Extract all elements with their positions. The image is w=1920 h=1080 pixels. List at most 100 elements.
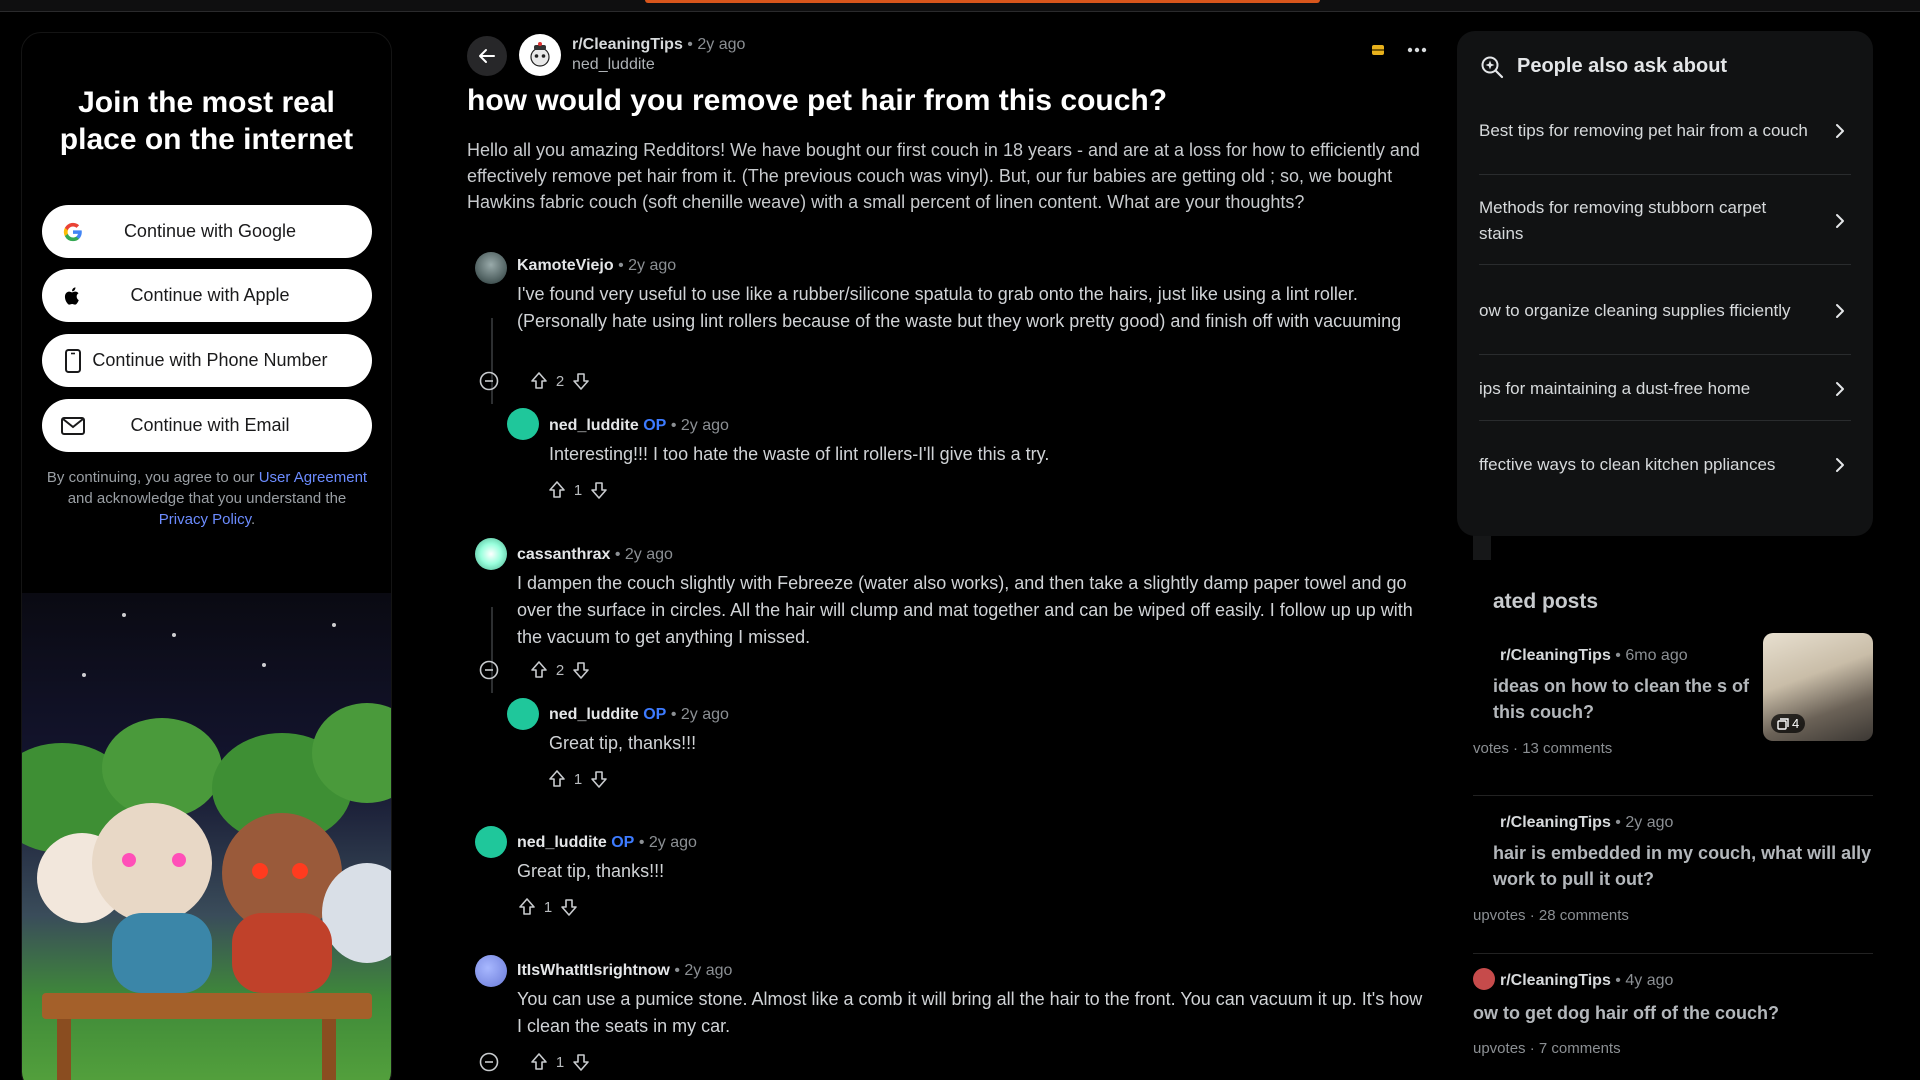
comment-time: 2y ago [628, 257, 677, 274]
related-time: 4y ago [1625, 972, 1674, 989]
vote-count: 2 [555, 372, 565, 390]
related-thumbnail[interactable]: 4 [1763, 633, 1873, 741]
related-subreddit[interactable]: r/CleaningTips [1500, 647, 1611, 664]
paa-title: People also ask about [1517, 54, 1728, 77]
related-stats: votes · 13 comments [1473, 740, 1613, 757]
comment-username[interactable]: ned_luddite [517, 834, 607, 851]
upvote-icon[interactable] [547, 769, 567, 789]
related-post-title[interactable]: ow to get dog hair off of the couch? [1473, 1000, 1863, 1026]
comment-actions: 2 [479, 371, 591, 391]
paa-item-text: Best tips for removing pet hair from a c… [1479, 120, 1808, 140]
related-post-title[interactable]: ideas on how to clean the s of this couc… [1493, 673, 1763, 725]
gallery-count-badge: 4 [1771, 714, 1806, 733]
paa-header: People also ask about [1479, 53, 1727, 79]
upvote-icon[interactable] [529, 371, 549, 391]
related-post-title[interactable]: hair is embedded in my couch, what will … [1493, 840, 1883, 892]
comment-username[interactable]: ItIsWhatItIsrightnow [517, 962, 670, 979]
continue-phone-label: Continue with Phone Number [92, 350, 328, 370]
chevron-right-icon [1836, 123, 1844, 138]
post-title[interactable]: how would you remove pet hair from this … [467, 81, 1427, 121]
comment-username[interactable]: cassanthrax [517, 546, 610, 563]
comment-time: 2y ago [684, 962, 733, 979]
comment-username[interactable]: ned_luddite [549, 417, 639, 434]
comment-username[interactable]: ned_luddite [549, 706, 639, 723]
paa-item-text: Methods for removing stubborn carpet sta… [1479, 197, 1767, 243]
comment-text: I dampen the couch slightly with Febreez… [517, 573, 1413, 647]
upvote-icon[interactable] [529, 660, 549, 680]
avatar[interactable] [507, 408, 539, 440]
snoo-illustration [22, 593, 391, 1080]
privacy-policy-link[interactable]: Privacy Policy [159, 511, 251, 528]
award-icon[interactable] [1371, 43, 1385, 57]
related-sub: r/CleaningTips • 6mo ago [1500, 647, 1688, 664]
comment-actions: 1 [547, 769, 609, 789]
people-also-ask-panel: People also ask about Best tips for remo… [1457, 31, 1873, 536]
downvote-icon[interactable] [589, 480, 609, 500]
related-votes: upvotes [1473, 1040, 1526, 1057]
subreddit-avatar[interactable] [519, 34, 561, 76]
avatar[interactable] [475, 826, 507, 858]
avatar[interactable] [475, 538, 507, 570]
collapse-icon[interactable] [479, 371, 499, 391]
thread-line [491, 318, 493, 404]
back-button[interactable] [467, 36, 507, 76]
chevron-right-icon [1836, 381, 1844, 396]
subreddit-link[interactable]: r/CleaningTips [572, 36, 683, 53]
comment-text: Interesting!!! I too hate the waste of l… [549, 444, 1050, 464]
paa-item-text: ffective ways to clean kitchen ppliances [1479, 455, 1776, 474]
paa-item[interactable]: Best tips for removing pet hair from a c… [1479, 87, 1851, 175]
continue-google-button[interactable]: Continue with Google [42, 205, 372, 258]
continue-apple-button[interactable]: Continue with Apple [42, 269, 372, 322]
comment-time: 2y ago [680, 706, 729, 723]
legal-pre: By continuing, you agree to our [46, 469, 255, 486]
continue-phone-button[interactable]: Continue with Phone Number [42, 334, 372, 387]
user-agreement-link[interactable]: User Agreement [259, 469, 367, 486]
continue-email-button[interactable]: Continue with Email [42, 399, 372, 452]
vote-count: 2 [555, 661, 565, 679]
collapse-icon[interactable] [479, 1052, 499, 1072]
comment-actions: 1 [479, 1052, 591, 1072]
related-title: ated posts [1493, 590, 1599, 613]
related-time: 6mo ago [1625, 647, 1688, 664]
downvote-icon[interactable] [559, 897, 579, 917]
chevron-right-icon [1836, 303, 1844, 318]
related-stats: upvotes · 28 comments [1473, 907, 1629, 924]
collapse-icon[interactable] [479, 660, 499, 680]
downvote-icon[interactable] [571, 660, 591, 680]
paa-item[interactable]: ow to organize cleaning supplies fficien… [1479, 267, 1851, 355]
divider [1473, 953, 1873, 954]
more-options-icon[interactable] [1407, 47, 1427, 53]
google-icon [60, 219, 86, 245]
search-sparkle-icon [1481, 56, 1504, 79]
downvote-icon[interactable] [589, 769, 609, 789]
avatar[interactable] [475, 955, 507, 987]
post-author[interactable]: ned_luddite [572, 56, 655, 73]
op-badge: OP [643, 417, 667, 434]
comment-time: 2y ago [624, 546, 673, 563]
post-time: 2y ago [697, 36, 746, 53]
related-sub: r/CleaningTips • 4y ago [1500, 972, 1674, 989]
downvote-icon[interactable] [571, 1052, 591, 1072]
continue-email-label: Continue with Email [130, 415, 290, 435]
related-comments: 13 comments [1522, 740, 1613, 757]
op-badge: OP [643, 706, 667, 723]
upvote-icon[interactable] [529, 1052, 549, 1072]
top-bar [0, 0, 1920, 12]
downvote-icon[interactable] [571, 371, 591, 391]
vote-count: 1 [543, 898, 553, 916]
comment-actions: 2 [479, 660, 591, 680]
avatar[interactable] [475, 252, 507, 284]
paa-item[interactable]: Methods for removing stubborn carpet sta… [1479, 177, 1851, 265]
mail-icon [60, 413, 86, 439]
avatar[interactable] [507, 698, 539, 730]
comment-username[interactable]: KamoteViejo [517, 257, 614, 274]
related-subreddit[interactable]: r/CleaningTips [1500, 972, 1611, 989]
upvote-icon[interactable] [517, 897, 537, 917]
related-subreddit[interactable]: r/CleaningTips [1500, 814, 1611, 831]
upvote-icon[interactable] [547, 480, 567, 500]
paa-item[interactable]: ffective ways to clean kitchen ppliances [1479, 421, 1851, 509]
chevron-right-icon [1836, 458, 1844, 472]
paa-item[interactable]: ips for maintaining a dust-free home [1479, 357, 1851, 421]
related-comments: 7 comments [1538, 1040, 1621, 1057]
paa-item-text: ow to organize cleaning supplies fficien… [1479, 300, 1791, 320]
